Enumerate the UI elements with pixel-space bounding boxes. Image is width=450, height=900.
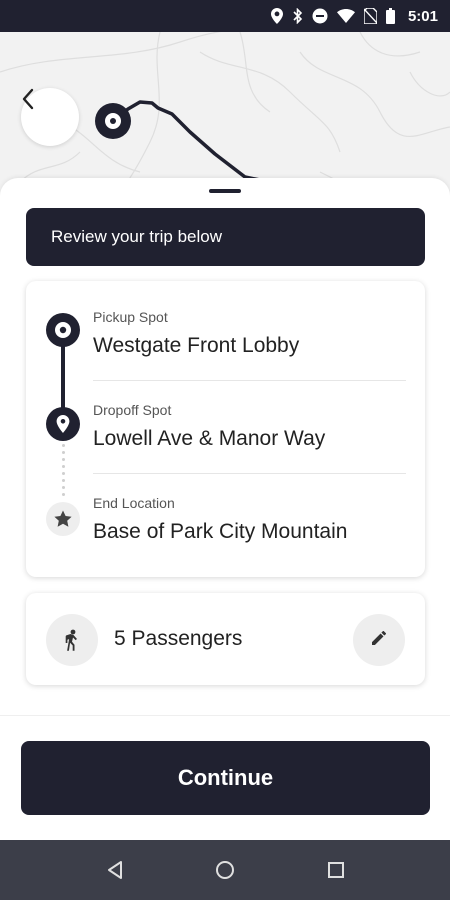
divider	[93, 380, 406, 381]
divider	[93, 473, 406, 474]
no-sim-icon	[363, 8, 377, 24]
status-bar: 5:01	[0, 0, 450, 32]
edit-passengers-button[interactable]	[353, 614, 405, 666]
nav-home-icon[interactable]	[213, 858, 237, 882]
stop-value: Westgate Front Lobby	[93, 334, 300, 357]
continue-button[interactable]: Continue	[21, 741, 430, 815]
person-icon	[46, 614, 98, 666]
trip-stops-card: Pickup Spot Westgate Front Lobby Dropoff…	[26, 281, 425, 577]
nav-recents-icon[interactable]	[324, 858, 348, 882]
continue-button-label: Continue	[177, 765, 274, 790]
status-time: 5:01	[407, 7, 438, 25]
back-button[interactable]	[21, 88, 79, 146]
battery-icon	[385, 8, 395, 24]
passengers-card[interactable]: 5 Passengers	[26, 593, 425, 685]
stop-label: Pickup Spot	[93, 309, 168, 325]
trip-review-sheet: Review your trip below Pickup Spot Westg…	[0, 178, 450, 840]
sheet-drag-handle[interactable]	[209, 189, 241, 193]
wifi-icon	[336, 9, 355, 23]
dropoff-pin-icon	[45, 406, 81, 447]
star-icon	[45, 501, 81, 542]
map-pickup-marker	[95, 103, 131, 139]
passengers-count: 5 Passengers	[114, 627, 243, 650]
pickup-dot-icon	[45, 312, 81, 353]
map[interactable]	[0, 32, 450, 202]
stop-value: Lowell Ave & Manor Way	[93, 427, 326, 450]
system-nav-bar	[0, 840, 450, 900]
route-dotted-line	[61, 444, 65, 500]
stop-pickup[interactable]: Pickup Spot Westgate Front Lobby	[93, 309, 405, 358]
stop-end-location[interactable]: End Location Base of Park City Mountain	[93, 495, 405, 544]
location-icon	[270, 8, 284, 24]
stop-label: Dropoff Spot	[93, 402, 172, 418]
review-banner: Review your trip below	[26, 208, 425, 266]
stop-dropoff[interactable]: Dropoff Spot Lowell Ave & Manor Way	[93, 402, 405, 451]
stop-value: Base of Park City Mountain	[93, 520, 348, 543]
do-not-disturb-icon	[312, 8, 328, 24]
stop-label: End Location	[93, 495, 175, 511]
nav-back-icon[interactable]	[103, 858, 127, 882]
pencil-icon	[372, 630, 387, 650]
section-divider	[0, 715, 450, 716]
bluetooth-icon	[293, 8, 303, 24]
review-banner-text: Review your trip below	[51, 227, 223, 246]
